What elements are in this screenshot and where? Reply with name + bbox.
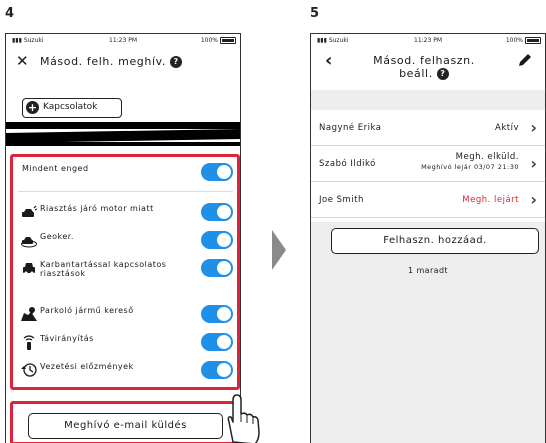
car-service-icon <box>21 260 37 276</box>
redacted-bar <box>6 128 240 144</box>
page-title: Másod. felh. meghív. ? <box>40 55 183 68</box>
chevron-right-icon: › <box>530 118 537 137</box>
map-pin-icon <box>21 306 37 322</box>
permission-label: Geoker. <box>40 232 74 241</box>
toggle-switch[interactable] <box>201 361 233 379</box>
chevron-right-icon: › <box>530 154 537 173</box>
permission-row: Parkoló jármű kereső <box>18 302 233 328</box>
toggle-switch[interactable] <box>201 163 233 181</box>
battery-icon <box>220 37 236 44</box>
permission-label: Távirányítás <box>40 334 94 343</box>
page-title: Másod. felhaszn. beáll. ? <box>373 54 475 80</box>
permission-row: Vezetési előzmények <box>18 358 233 384</box>
user-status: Megh. elküld. Meghívó lejár 03/07 21:30 <box>421 152 519 171</box>
permission-label: Riasztás járó motor miatt <box>40 204 154 213</box>
car-alarm-icon <box>21 204 38 220</box>
battery-icon <box>525 37 541 44</box>
user-status-expired: Megh. lejárt <box>462 195 519 205</box>
user-name: Joe Smith <box>319 195 364 205</box>
permission-row: Geoker. <box>18 228 233 254</box>
edit-pencil-icon[interactable] <box>517 52 533 68</box>
toggle-switch[interactable] <box>201 203 233 221</box>
battery-percent: 100% <box>200 37 218 44</box>
nav-bar: ‹ Másod. felhaszn. beáll. ? <box>311 48 545 80</box>
redacted-bar <box>6 142 240 146</box>
user-row[interactable]: Joe Smith Megh. lejárt › <box>311 182 545 218</box>
history-icon <box>21 362 37 378</box>
battery-percent: 100% <box>505 37 523 44</box>
permission-label: Parkoló jármű kereső <box>40 306 134 315</box>
invite-expiry: Meghívó lejár 03/07 21:30 <box>421 163 519 171</box>
status-bar: ▮▮▮ Suzuki 11:23 PM 100% <box>6 34 240 48</box>
redacted-bar <box>6 122 240 129</box>
permission-label: Karbantartással kapcsolatos riasztások <box>40 260 167 278</box>
toggle-switch[interactable] <box>201 305 233 323</box>
contacts-button-label: Kapcsolatok <box>43 102 98 112</box>
permission-row: Riasztás járó motor miatt <box>18 200 233 226</box>
footer-area <box>311 222 545 443</box>
help-icon[interactable]: ? <box>436 68 449 80</box>
secondary-users-screen: ▮▮▮ Suzuki 11:23 PM 100% ‹ Másod. felhas… <box>310 33 546 443</box>
toggle-switch[interactable] <box>201 333 233 351</box>
permission-label: Vezetési előzmények <box>40 362 134 371</box>
invite-screen: ▮▮▮ Suzuki 11:23 PM 100% ✕ Másod. felh. … <box>5 33 241 443</box>
car-fence-icon <box>21 232 37 248</box>
user-row[interactable]: Szabó Ildikó Megh. elküld. Meghívó lejár… <box>311 146 545 182</box>
section-divider <box>311 90 545 110</box>
permission-row-all: Mindent enged <box>18 160 233 192</box>
send-invite-button[interactable]: Meghívó e-mail küldés <box>28 413 223 439</box>
status-bar: ▮▮▮ Suzuki 11:23 PM 100% <box>311 34 545 48</box>
user-status: Aktív <box>495 123 519 133</box>
toggle-switch[interactable] <box>201 231 233 249</box>
permission-row: Távirányítás <box>18 330 233 356</box>
step-number-4: 4 <box>5 6 15 21</box>
nav-bar: ✕ Másod. felh. meghív. ? <box>6 48 240 76</box>
next-step-arrow-icon <box>272 230 286 270</box>
user-name: Nagyné Erika <box>319 123 382 133</box>
chevron-right-icon: › <box>530 190 537 209</box>
permission-row: Karbantartással kapcsolatos riasztások <box>18 256 233 290</box>
user-name: Szabó Ildikó <box>319 159 376 169</box>
toggle-switch[interactable] <box>201 259 233 277</box>
help-icon[interactable]: ? <box>170 56 183 68</box>
back-icon[interactable]: ‹ <box>325 50 332 71</box>
user-row[interactable]: Nagyné Erika Aktív › <box>311 110 545 146</box>
step-number-5: 5 <box>310 6 320 21</box>
remote-icon <box>21 334 37 350</box>
hand-pointer-icon <box>227 394 260 443</box>
plus-icon: + <box>26 101 39 114</box>
permission-label: Mindent enged <box>22 164 89 173</box>
contacts-button[interactable]: + Kapcsolatok <box>22 98 122 118</box>
close-icon[interactable]: ✕ <box>16 52 29 70</box>
remaining-count: 1 maradt <box>408 266 448 275</box>
add-user-button[interactable]: Felhaszn. hozzáad. <box>331 228 539 254</box>
